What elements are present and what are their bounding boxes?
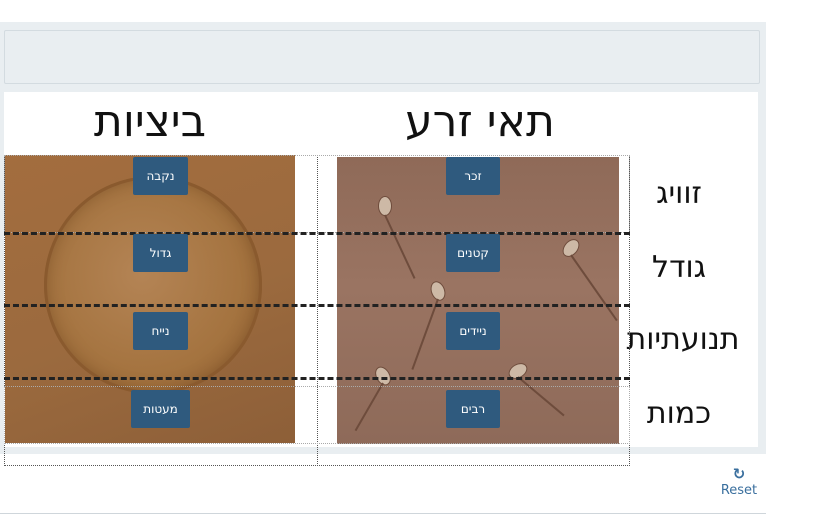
heading-eggs: ביציות <box>93 96 207 147</box>
reset-button[interactable]: ↻ Reset <box>715 466 763 500</box>
tag-sperm-size[interactable]: קטנים <box>446 234 500 272</box>
tag-eggs-quantity[interactable]: מעטות <box>131 390 190 428</box>
bottom-divider <box>0 513 766 514</box>
tag-sperm-quantity[interactable]: רבים <box>446 390 500 428</box>
row-zone-quantity <box>4 386 630 444</box>
tag-sperm-motility[interactable]: ניידים <box>446 312 500 350</box>
row-divider <box>4 232 630 235</box>
row-label-motility: תנועתיות <box>626 322 740 357</box>
top-bar <box>4 30 760 84</box>
row-divider <box>4 377 630 380</box>
refresh-icon: ↻ <box>732 465 746 483</box>
reset-label: Reset <box>720 483 758 498</box>
tag-sperm-gender[interactable]: זכר <box>446 157 500 195</box>
tag-eggs-gender[interactable]: נקבה <box>133 157 188 195</box>
row-divider <box>4 304 630 307</box>
tag-eggs-size[interactable]: גדול <box>133 234 188 272</box>
row-zone-gender <box>4 155 630 233</box>
heading-sperm: תאי זרע <box>405 96 555 147</box>
tag-eggs-motility[interactable]: נייח <box>133 312 188 350</box>
